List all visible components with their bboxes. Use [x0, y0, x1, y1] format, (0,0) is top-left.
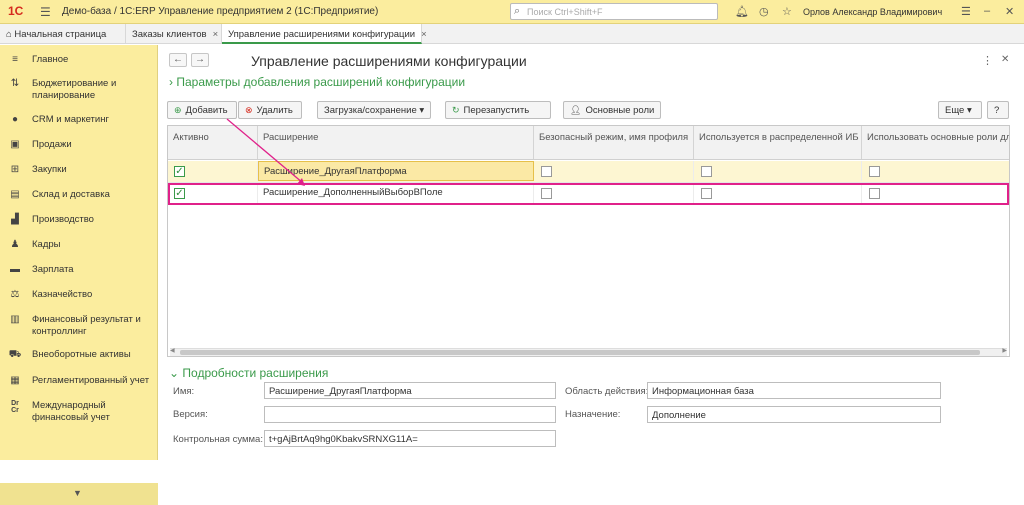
history-icon[interactable]: ◷ [759, 5, 769, 18]
version-label: Версия: [173, 409, 208, 420]
sidebar-item-label: Казначейство [32, 289, 93, 300]
sidebar-item-label: Производство [32, 214, 94, 225]
sidebar-item-label: Кадры [32, 239, 61, 250]
section-details[interactable]: ⌄ Подробности расширения [169, 366, 328, 380]
sidebar-item-label: Главное [32, 54, 69, 65]
tab-label: Начальная страница [14, 29, 107, 40]
scroll-left-icon[interactable]: ◀ [170, 347, 175, 354]
cart-icon: ⊞ [10, 164, 20, 175]
truck-icon: ▤ [10, 189, 20, 200]
chevron-down-icon: ▼ [73, 488, 82, 498]
salary-icon: ▬ [10, 264, 20, 275]
crm-icon: ● [11, 114, 19, 125]
tab-label: Заказы клиентов [132, 29, 207, 40]
app-logo: 1С [8, 4, 24, 18]
title-bar: 1С ☰ Демо-база / 1С:ERP Управление предп… [0, 0, 1024, 24]
scope-label: Область действия: [565, 386, 649, 397]
menu-icon: ≡ [12, 54, 18, 65]
checksum-field[interactable]: t+gAjBrtAq9hg0KbakvSRNXG11A= [264, 430, 556, 447]
tab-label: Управление расширениями конфигурации [228, 29, 416, 40]
details-title: Подробности расширения [182, 366, 329, 380]
version-field[interactable] [264, 406, 556, 423]
window-title: Демо-база / 1С:ERP Управление предприяти… [62, 6, 379, 17]
treasury-icon: ⚖ [10, 289, 20, 300]
sidebar-scroll-down[interactable]: ▼ [0, 483, 158, 505]
close-window-icon[interactable]: ✕ [1005, 5, 1014, 18]
purpose-field[interactable]: Дополнение [647, 406, 941, 423]
horizontal-scrollbar[interactable]: ◀ ▶ [170, 348, 1007, 356]
minimize-icon[interactable]: – [984, 5, 990, 17]
ledger-icon: ▦ [10, 375, 20, 386]
assets-icon: ⛟ [8, 349, 22, 360]
bell-icon[interactable]: 🔔︎ [735, 5, 749, 18]
sidebar-item-label: Склад и доставка [32, 189, 110, 200]
close-icon[interactable]: × [213, 29, 219, 40]
main-content: ← → Управление расширениями конфигурации… [159, 45, 1024, 460]
sidebar: ≡ Главное ⇅ Бюджетирование и планирование … [0, 45, 158, 505]
scroll-thumb[interactable] [180, 350, 980, 355]
checksum-label: Контрольная сумма: [173, 434, 263, 445]
sidebar-item-label: CRM и маркетинг [32, 114, 109, 125]
star-icon[interactable]: ☆ [782, 5, 792, 18]
sidebar-item-label: Внеоборотные активы [32, 349, 131, 360]
name-label: Имя: [173, 386, 195, 397]
chevron-down-icon: ⌄ [169, 366, 180, 380]
tabs-bar: ⌂ Начальная страница Заказы клиентов × Уп… [0, 24, 1024, 44]
hamburger-icon[interactable]: ☰ [40, 5, 51, 19]
purpose-label: Назначение: [565, 409, 621, 420]
finance-icon: ▥ [10, 314, 20, 325]
chart-icon: ⇅ [10, 78, 20, 89]
settings-icon[interactable]: ☰ [961, 5, 971, 18]
person-icon: ♟ [10, 239, 20, 250]
factory-icon: ▟ [11, 214, 19, 225]
user-name[interactable]: Орлов Александр Владимирович [803, 7, 942, 17]
close-icon[interactable]: × [421, 29, 427, 40]
sales-icon: ▣ [10, 139, 20, 150]
sidebar-item-label: Финансовый результат и контроллинг [32, 314, 141, 337]
search-icon: ⌕ [514, 5, 521, 17]
intl-finance-icon: Dr Cr [11, 400, 19, 414]
tab-extensions[interactable]: Управление расширениями конфигурации × [222, 24, 427, 44]
annotation-arrow [226, 118, 305, 186]
sidebar-item-label: Международный финансовый учет [32, 400, 110, 423]
name-field[interactable]: Расширение_ДругаяПлатформа [264, 382, 556, 399]
scroll-right-icon[interactable]: ▶ [1002, 347, 1007, 354]
sidebar-item-label: Зарплата [32, 264, 74, 275]
search-placeholder: Поиск Ctrl+Shift+F [527, 7, 603, 17]
sidebar-item-label: Регламентированный учет [32, 375, 150, 386]
sidebar-item-label: Бюджетирование и планирование [32, 78, 117, 101]
tab-home[interactable]: ⌂ Начальная страница [0, 24, 126, 44]
tab-orders[interactable]: Заказы клиентов × [126, 24, 222, 44]
search-input[interactable]: ⌕ Поиск Ctrl+Shift+F [510, 3, 718, 20]
scope-field[interactable]: Информационная база [647, 382, 941, 399]
sidebar-item-label: Закупки [32, 164, 67, 175]
sidebar-item-label: Продажи [32, 139, 72, 150]
